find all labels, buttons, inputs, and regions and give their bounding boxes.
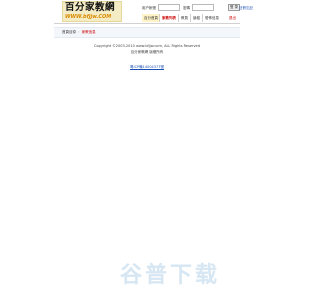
breadcrumb-current: 家教信息 [81,30,96,34]
breadcrumb: 首頁目錄 › 家教信息 [54,27,240,38]
header-divider [54,23,240,24]
nav-item-post-info[interactable]: 發佈信息 [202,14,221,22]
forgot-password-link[interactable]: 忘記 [246,4,253,12]
logout-link[interactable]: 退出 [229,14,236,22]
breadcrumb-trail: 首頁目錄 › 家教信息 [62,29,96,36]
site-logo[interactable]: 百分家教網 WWW.bfjjw.COM [62,1,122,22]
watermark-logo: 谷普下载 [120,263,221,288]
breadcrumb-home[interactable]: 首頁目錄 [62,30,76,34]
site-header: 百分家教網 WWW.bfjjw.COM 用户帐號 密碼 登 录 註冊 忘記 百分… [54,0,253,23]
register-link[interactable]: 註冊 [239,4,246,12]
nav-item-forum[interactable]: 論壇 [190,14,202,22]
logo-domain: WWW.bfjjw.COM [65,14,112,20]
username-label: 用户帐號 [142,6,156,10]
username-input[interactable] [158,4,180,11]
icp-license-link[interactable]: 粵ICP備14004377號 [54,64,240,70]
nav-item-teachers[interactable]: 教員 [178,14,190,22]
breadcrumb-separator: › [78,30,80,34]
nav-item-tutor-list[interactable]: 家教列表 [159,14,178,22]
password-label: 密碼 [183,6,190,10]
site-ownership-text: 百分家教網 版權所有 [130,50,164,54]
nav-item-home[interactable]: 百分首頁 [142,14,160,22]
page-footer: Copyright ©2003-2010 www.bfjjw.com, ALL … [54,43,240,55]
logo-title: 百分家教網 [65,2,116,13]
password-input[interactable] [192,4,214,11]
